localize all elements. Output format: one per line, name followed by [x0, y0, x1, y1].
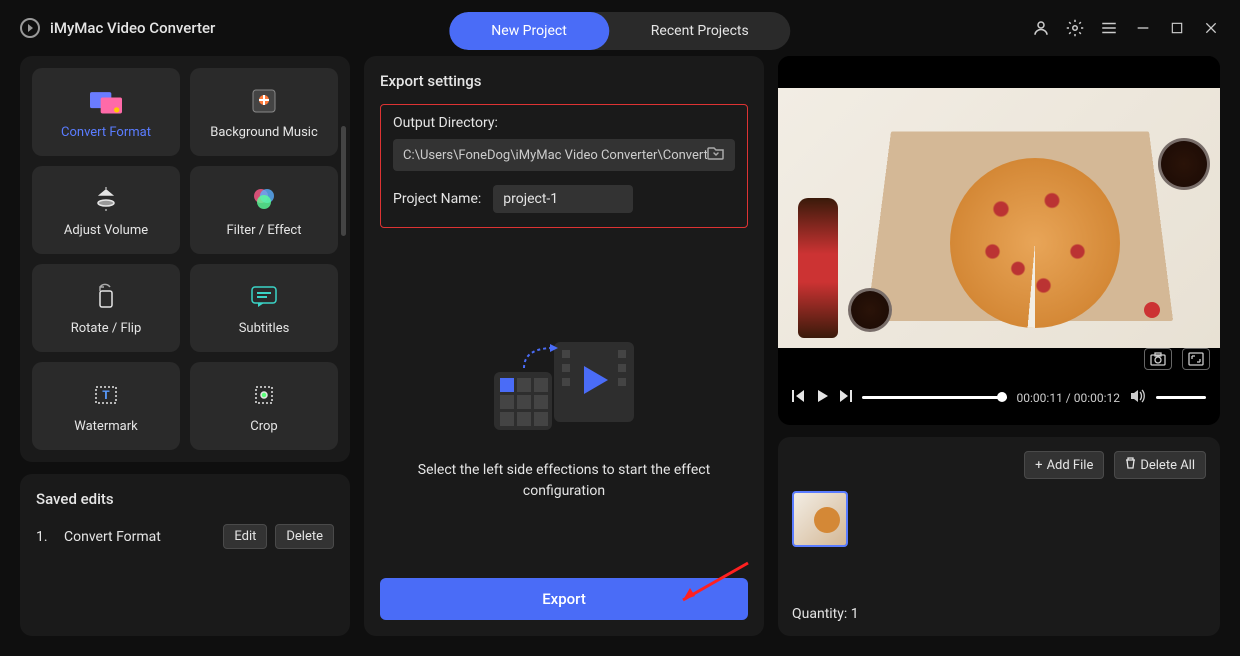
crop-icon	[248, 379, 280, 411]
output-directory-label: Output Directory:	[393, 115, 735, 131]
add-file-button[interactable]: + Add File	[1024, 451, 1104, 479]
saved-edit-name: Convert Format	[64, 529, 215, 545]
convert-format-icon	[90, 85, 122, 117]
quantity-row: Quantity: 1	[792, 606, 1206, 622]
tool-label: Convert Format	[61, 125, 151, 140]
output-directory-input[interactable]	[403, 148, 707, 163]
app-title: iMyMac Video Converter	[50, 19, 215, 37]
fullscreen-icon[interactable]	[1182, 348, 1210, 370]
tool-label: Background Music	[210, 125, 318, 140]
menu-icon[interactable]	[1100, 19, 1118, 37]
tool-label: Rotate / Flip	[71, 321, 142, 336]
maximize-icon[interactable]	[1168, 19, 1186, 37]
files-panel: + Add File Delete All Quantity: 1	[778, 437, 1220, 636]
tool-label: Watermark	[74, 419, 137, 434]
tab-new-project[interactable]: New Project	[449, 12, 609, 50]
minimize-icon[interactable]	[1134, 19, 1152, 37]
close-icon[interactable]	[1202, 19, 1220, 37]
export-highlight-box: Output Directory: Project Name:	[380, 104, 748, 228]
rotate-flip-icon	[90, 281, 122, 313]
saved-edit-index: 1.	[36, 529, 56, 545]
plus-icon: +	[1035, 458, 1042, 473]
delete-all-button[interactable]: Delete All	[1114, 451, 1206, 479]
titlebar: iMyMac Video Converter New Project Recen…	[0, 0, 1240, 56]
tool-rotate-flip[interactable]: Rotate / Flip	[32, 264, 180, 352]
volume-icon[interactable]	[1130, 388, 1146, 407]
project-name-input[interactable]	[493, 185, 633, 213]
video-frame	[778, 56, 1220, 380]
adjust-volume-icon	[90, 183, 122, 215]
settings-icon[interactable]	[1066, 19, 1084, 37]
effect-illustration-icon	[484, 324, 644, 444]
tool-label: Adjust Volume	[64, 223, 148, 238]
filter-effect-icon	[248, 183, 280, 215]
video-content	[778, 88, 1220, 348]
tool-background-music[interactable]: Background Music	[190, 68, 338, 156]
tool-convert-format[interactable]: Convert Format	[32, 68, 180, 156]
file-thumbnail[interactable]	[792, 491, 848, 547]
app-logo-icon	[20, 18, 40, 38]
tool-adjust-volume[interactable]: Adjust Volume	[32, 166, 180, 254]
saved-edit-row: 1. Convert Format Edit Delete	[36, 524, 334, 549]
video-preview-panel: 00:00:11 / 00:00:12	[778, 56, 1220, 425]
tool-filter-effect[interactable]: Filter / Effect	[190, 166, 338, 254]
export-settings-title: Export settings	[380, 72, 748, 90]
volume-slider[interactable]	[1156, 396, 1206, 399]
delete-button[interactable]: Delete	[275, 524, 334, 549]
tool-crop[interactable]: Crop	[190, 362, 338, 450]
tab-recent-projects[interactable]: Recent Projects	[609, 12, 791, 50]
timeline-slider[interactable]	[862, 396, 1007, 399]
annotation-arrow-icon	[668, 558, 758, 608]
browse-folder-icon[interactable]	[707, 145, 725, 165]
user-icon[interactable]	[1032, 19, 1050, 37]
svg-text:T: T	[102, 388, 110, 402]
export-settings-panel: Export settings Output Directory: Projec…	[364, 56, 764, 636]
snapshot-icon[interactable]	[1144, 348, 1172, 370]
time-display: 00:00:11 / 00:00:12	[1017, 391, 1120, 405]
subtitles-icon	[248, 281, 280, 313]
tools-panel: Convert Format Background Music Adjust V…	[20, 56, 350, 462]
tool-label: Filter / Effect	[227, 223, 302, 238]
saved-edits-title: Saved edits	[36, 490, 334, 508]
play-icon[interactable]	[816, 390, 828, 405]
helper-text: Select the left side effections to start…	[380, 460, 748, 502]
background-music-icon	[248, 85, 280, 117]
prev-frame-icon[interactable]	[792, 390, 806, 405]
watermark-icon: T	[90, 379, 122, 411]
tool-watermark[interactable]: T Watermark	[32, 362, 180, 450]
tool-subtitles[interactable]: Subtitles	[190, 264, 338, 352]
edit-button[interactable]: Edit	[223, 524, 267, 549]
project-name-label: Project Name:	[393, 191, 481, 207]
trash-icon	[1125, 457, 1136, 473]
saved-edits-panel: Saved edits 1. Convert Format Edit Delet…	[20, 474, 350, 636]
tool-label: Subtitles	[239, 321, 290, 336]
scrollbar[interactable]	[341, 126, 346, 236]
tool-label: Crop	[250, 419, 277, 434]
next-frame-icon[interactable]	[838, 390, 852, 405]
